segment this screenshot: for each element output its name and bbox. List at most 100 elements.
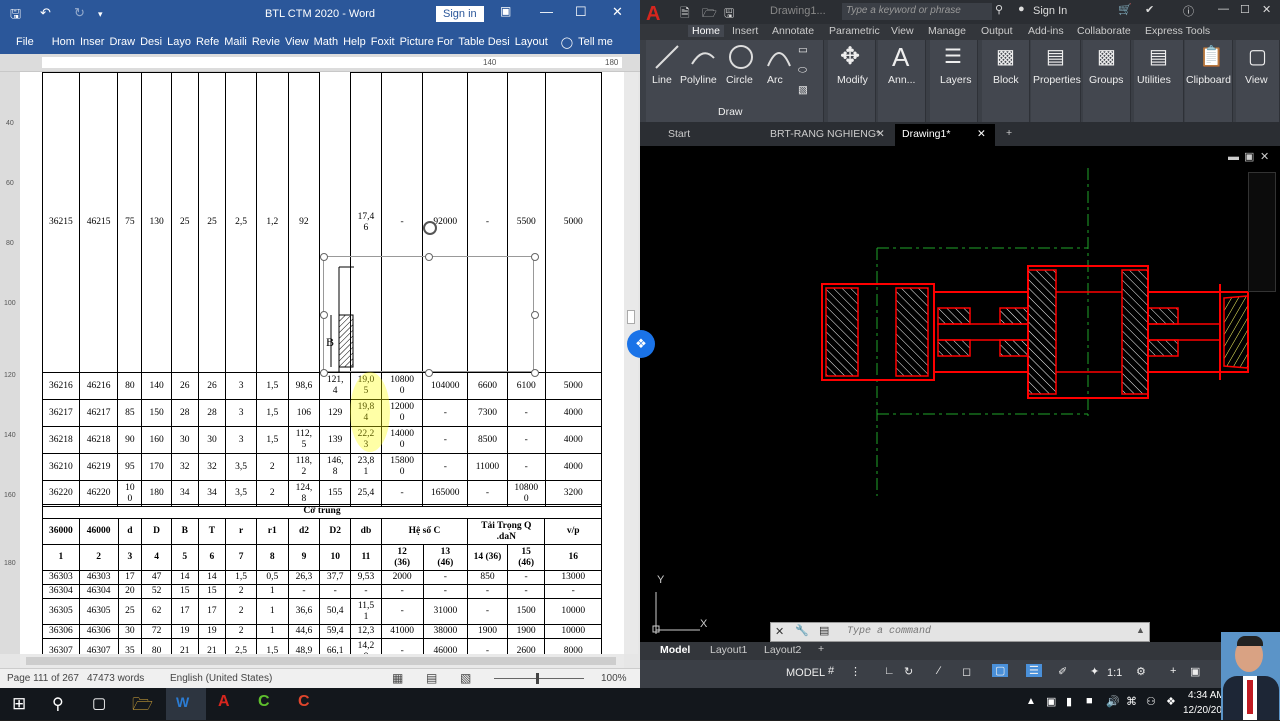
vertical-scrollbar[interactable]	[624, 72, 638, 654]
resize-handle[interactable]	[531, 311, 539, 319]
table-cell[interactable]: -	[467, 638, 508, 654]
isolate-icon[interactable]: ▣	[1190, 665, 1200, 678]
table-cell[interactable]: 2	[225, 624, 257, 639]
tab-table-layout[interactable]: Layout	[515, 36, 548, 48]
tab-addins[interactable]: Add-ins	[1028, 25, 1064, 37]
close-button[interactable]: ✕	[612, 4, 623, 20]
table-cell[interactable]: 130	[141, 72, 172, 373]
tab-table-design[interactable]: Table Desi	[458, 36, 509, 48]
acad-sign-in[interactable]: Sign In	[1033, 5, 1067, 17]
table-cell[interactable]: 1500	[506, 598, 546, 625]
navigation-bar[interactable]	[1248, 172, 1276, 292]
language[interactable]: English (United States)	[170, 673, 272, 684]
table-cell[interactable]: -	[422, 426, 469, 454]
table-cell[interactable]: 52	[141, 584, 172, 599]
table-cell[interactable]: 36210	[42, 453, 80, 481]
print-layout-icon[interactable]: ▤	[426, 671, 437, 685]
new-tab-icon[interactable]: +	[1006, 127, 1012, 139]
table-cell[interactable]: 3	[225, 372, 257, 400]
close-button[interactable]: ✕	[1262, 3, 1271, 16]
resize-handle[interactable]	[320, 311, 328, 319]
table-cell[interactable]: 180	[141, 480, 172, 507]
table-cell[interactable]: 106	[287, 399, 321, 427]
tab-model[interactable]: Model	[660, 644, 690, 656]
table-cell[interactable]: 80	[141, 638, 172, 654]
table-cell[interactable]: 21	[197, 638, 227, 654]
table-cell[interactable]: 1900	[506, 624, 546, 639]
table-cell[interactable]: 46219	[78, 453, 119, 481]
layers-group[interactable]: ☰ Layers	[930, 40, 978, 122]
table-cell[interactable]: 36306	[42, 624, 80, 639]
ellipse-icon[interactable]: ⬭	[798, 64, 807, 77]
table-cell[interactable]: 155	[319, 480, 352, 507]
table-cell[interactable]: 26	[197, 372, 227, 400]
open-file-icon[interactable]: 🗁	[702, 4, 717, 25]
table-cell[interactable]: 46217	[78, 399, 119, 427]
table-cell[interactable]: 35	[117, 638, 143, 654]
table-cell[interactable]: 2,5	[225, 72, 257, 373]
close-command-icon[interactable]: ✕	[775, 625, 784, 638]
polyline-tool[interactable]: Polyline	[680, 74, 717, 86]
tab-collaborate[interactable]: Collaborate	[1077, 25, 1131, 37]
help-icon[interactable]: ⓘ	[1183, 3, 1194, 19]
zoom-thumb[interactable]	[536, 673, 539, 684]
viewport-close-icon[interactable]: ✕	[1260, 150, 1269, 163]
table-cell[interactable]: 26,3	[287, 570, 321, 585]
tab-layout2[interactable]: Layout2	[764, 644, 801, 656]
table-cell[interactable]: 92	[287, 72, 321, 373]
file-explorer-icon[interactable]: 🗁	[132, 692, 153, 721]
tab-help[interactable]: Help	[343, 36, 366, 48]
table-cell[interactable]: 25	[197, 72, 227, 373]
sign-in-button[interactable]: Sign in	[436, 6, 484, 22]
annotation-visibility-icon[interactable]: ✦	[1090, 665, 1099, 678]
autocad-logo-icon[interactable]: A	[646, 3, 660, 26]
table-cell[interactable]: 3,5	[225, 480, 257, 507]
customize-icon[interactable]: 🔧	[795, 624, 809, 637]
table-cell[interactable]: 34	[197, 480, 227, 507]
table-cell[interactable]: 13000	[544, 570, 602, 585]
table-cell[interactable]: -	[422, 453, 469, 481]
tab-home[interactable]: Home	[688, 25, 725, 37]
table-cell[interactable]: -	[467, 584, 508, 599]
table-cell[interactable]: 30	[170, 426, 199, 454]
table-cell[interactable]: -	[319, 584, 352, 599]
table-cell[interactable]: 21	[170, 638, 199, 654]
camtasia-taskbar-icon[interactable]: C	[258, 693, 270, 711]
table-cell[interactable]: 5000	[544, 372, 603, 400]
table-cell[interactable]: 14	[197, 570, 227, 585]
table-cell[interactable]: 23,8 1	[350, 453, 382, 481]
table-cell[interactable]: -	[506, 584, 546, 599]
object-snap-icon[interactable]: ▢	[992, 664, 1009, 677]
line-tool[interactable]: Line	[652, 74, 672, 86]
utilities-group[interactable]: ▤ Utilities	[1134, 40, 1184, 122]
table-cell[interactable]: 6100	[506, 372, 546, 400]
horizontal-scrollbar[interactable]	[20, 654, 624, 668]
tab-foxit[interactable]: Foxit	[371, 36, 395, 48]
table-cell[interactable]: 17	[170, 598, 199, 625]
ribbon-display-icon[interactable]: ▣	[500, 4, 511, 18]
table-cell[interactable]: 17	[117, 570, 143, 585]
tab-home[interactable]: Hom	[52, 36, 75, 48]
model-space-button[interactable]: MODEL	[786, 667, 825, 679]
isodraft-icon[interactable]: ∕	[938, 665, 940, 677]
tab-insert[interactable]: Inser	[80, 36, 104, 48]
tab-express-tools[interactable]: Express Tools	[1145, 25, 1210, 37]
table-cell[interactable]: 1,5	[225, 570, 257, 585]
tab-picture-format[interactable]: Picture For	[400, 36, 454, 48]
horizontal-ruler[interactable]: 140 180	[0, 54, 640, 72]
table-cell[interactable]: 1	[255, 624, 289, 639]
table-cell[interactable]: 3	[225, 399, 257, 427]
table-cell[interactable]: 46218	[78, 426, 119, 454]
tab-annotate[interactable]: Annotate	[772, 25, 814, 37]
clock-time[interactable]: 4:34 AM	[1188, 690, 1225, 701]
command-line[interactable]: ✕ 🔧 ▤ Type a command ▲	[770, 622, 1150, 642]
table-cell[interactable]: 12,3	[350, 624, 382, 639]
table-cell[interactable]: 36218	[42, 426, 80, 454]
file-tab-drawing1[interactable]: Drawing1*	[902, 128, 950, 140]
table-cell[interactable]: 170	[141, 453, 172, 481]
tab-layout[interactable]: Layo	[167, 36, 191, 48]
network-icon[interactable]: ▮	[1066, 695, 1072, 708]
save-icon[interactable]: 🖫	[724, 4, 734, 25]
cart-icon[interactable]: 🛒	[1118, 3, 1132, 16]
table-cell[interactable]: 15	[170, 584, 199, 599]
